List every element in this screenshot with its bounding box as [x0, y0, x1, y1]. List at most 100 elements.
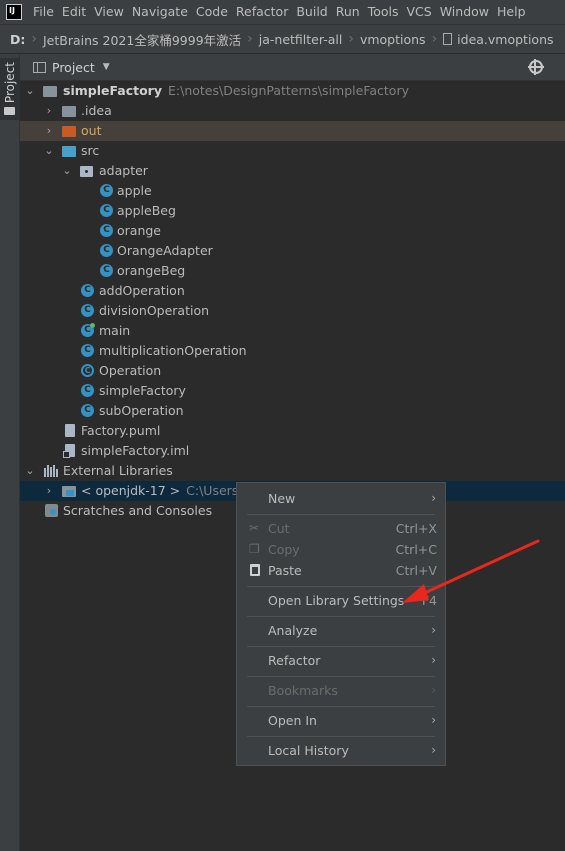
- tree-label-class: main: [99, 323, 131, 338]
- menu-tools[interactable]: Tools: [364, 0, 403, 24]
- chevron-down-icon[interactable]: ⌄: [43, 141, 55, 161]
- tree-node-class[interactable]: C subOperation: [20, 401, 565, 421]
- menu-item-paste[interactable]: Paste Ctrl+V: [237, 560, 445, 581]
- project-view-icon: [33, 61, 46, 73]
- menu-item-open-library-settings[interactable]: Open Library Settings F4: [237, 590, 445, 611]
- tree-node-class[interactable]: C orange: [20, 221, 565, 241]
- tree-node-root[interactable]: ⌄ simpleFactory E:\notes\DesignPatterns\s…: [20, 81, 565, 101]
- tree-node-file[interactable]: simpleFactory.iml: [20, 441, 565, 461]
- menu-item-label: Paste: [268, 563, 302, 578]
- class-icon: C: [81, 404, 94, 417]
- locate-target-icon[interactable]: [528, 59, 544, 75]
- jdk-folder-icon: [62, 486, 76, 497]
- chevron-down-icon[interactable]: ⌄: [24, 461, 36, 481]
- chevron-right-icon[interactable]: ›: [43, 101, 55, 121]
- tree-label-external-libraries: External Libraries: [63, 463, 173, 478]
- menu-file[interactable]: File: [29, 0, 58, 24]
- project-tab-label: Project: [2, 62, 17, 104]
- breadcrumb-drive[interactable]: D:: [10, 32, 25, 47]
- menu-item-copy: ❐ Copy Ctrl+C: [237, 539, 445, 560]
- class-icon: C: [100, 244, 113, 257]
- tree-label-class: OrangeAdapter: [117, 243, 213, 258]
- chevron-right-icon: ›: [431, 743, 436, 757]
- tree-node-class[interactable]: C OrangeAdapter: [20, 241, 565, 261]
- menu-item-bookmarks: Bookmarks ›: [237, 680, 445, 701]
- menu-item-label: New: [268, 491, 296, 506]
- tree-node-src[interactable]: ⌄ src: [20, 141, 565, 161]
- package-icon: [80, 166, 93, 177]
- tree-node-class[interactable]: C apple: [20, 181, 565, 201]
- menu-item-analyze[interactable]: Analyze ›: [237, 620, 445, 641]
- chevron-right-icon[interactable]: ›: [43, 481, 55, 501]
- tree-label-class: orange: [117, 223, 161, 238]
- shortcut-label: Ctrl+V: [395, 563, 437, 578]
- project-view-selector[interactable]: Project: [52, 60, 95, 75]
- tree-label-file: Factory.puml: [81, 423, 161, 438]
- menu-run[interactable]: Run: [332, 0, 364, 24]
- menu-code[interactable]: Code: [192, 0, 232, 24]
- tree-node-class[interactable]: C multiplicationOperation: [20, 341, 565, 361]
- menu-separator: [247, 646, 435, 647]
- tree-label-root: simpleFactory E:\notes\DesignPatterns\sim…: [63, 83, 409, 98]
- context-menu: New › ✂ Cut Ctrl+X ❐ Copy Ctrl+C Paste C…: [236, 482, 446, 766]
- breadcrumb-vmoptions[interactable]: vmoptions: [360, 32, 426, 47]
- tree-node-class-main[interactable]: C main: [20, 321, 565, 341]
- shortcut-label: Ctrl+X: [395, 521, 437, 536]
- tree-label-adapter: adapter: [99, 163, 148, 178]
- chevron-right-icon: ›: [431, 31, 438, 47]
- tree-node-class[interactable]: C addOperation: [20, 281, 565, 301]
- project-tool-window-tab[interactable]: Project: [0, 58, 19, 120]
- menu-view[interactable]: View: [90, 0, 128, 24]
- module-folder-icon: [43, 86, 57, 97]
- chevron-down-icon[interactable]: ⌄: [61, 161, 73, 181]
- breadcrumb-ja-netfilter[interactable]: ja-netfilter-all: [259, 32, 343, 47]
- menu-window[interactable]: Window: [436, 0, 493, 24]
- source-folder-icon: [62, 146, 76, 157]
- menu-item-label: Refactor: [268, 653, 321, 668]
- tree-node-adapter[interactable]: ⌄ adapter: [20, 161, 565, 181]
- abstract-class-icon: C: [81, 364, 94, 377]
- chevron-right-icon[interactable]: ›: [43, 121, 55, 141]
- menu-vcs[interactable]: VCS: [403, 0, 436, 24]
- tree-node-class[interactable]: C simpleFactory: [20, 381, 565, 401]
- library-icon: [44, 465, 58, 477]
- tree-node-idea[interactable]: › .idea: [20, 101, 565, 121]
- menu-item-open-in[interactable]: Open In ›: [237, 710, 445, 731]
- menu-item-label: Bookmarks: [268, 683, 338, 698]
- menu-item-refactor[interactable]: Refactor ›: [237, 650, 445, 671]
- menu-separator: [247, 586, 435, 587]
- tree-node-class[interactable]: C appleBeg: [20, 201, 565, 221]
- iml-file-icon: [63, 444, 75, 458]
- chevron-down-icon[interactable]: ▼: [103, 62, 110, 72]
- menu-refactor[interactable]: Refactor: [232, 0, 292, 24]
- folder-icon: [62, 106, 76, 117]
- tree-node-abstract-class[interactable]: C Operation: [20, 361, 565, 381]
- menu-navigate[interactable]: Navigate: [128, 0, 192, 24]
- tree-node-out[interactable]: › out: [20, 121, 565, 141]
- chevron-down-icon[interactable]: ⌄: [24, 81, 36, 101]
- breadcrumb-jetbrains[interactable]: JetBrains 2021全家桶9999年激活: [43, 30, 241, 49]
- shortcut-label: F4: [421, 593, 437, 608]
- logo-text: IJ: [9, 6, 15, 15]
- menu-separator: [247, 706, 435, 707]
- clipboard-icon: [250, 564, 260, 576]
- class-icon: C: [100, 184, 113, 197]
- tree-node-external-libraries[interactable]: ⌄ External Libraries: [20, 461, 565, 481]
- tree-node-file[interactable]: Factory.puml: [20, 421, 565, 441]
- tree-node-class[interactable]: C orangeBeg: [20, 261, 565, 281]
- puml-file-icon: [65, 424, 75, 437]
- chevron-right-icon: ›: [431, 623, 436, 637]
- menu-item-local-history[interactable]: Local History ›: [237, 740, 445, 761]
- menu-item-label: Local History: [268, 743, 349, 758]
- tree-node-class[interactable]: C divisionOperation: [20, 301, 565, 321]
- tree-label-file: simpleFactory.iml: [81, 443, 190, 458]
- project-tree: ⌄ simpleFactory E:\notes\DesignPatterns\s…: [20, 81, 565, 521]
- menu-build[interactable]: Build: [292, 0, 331, 24]
- tree-label-idea: .idea: [81, 103, 112, 118]
- menu-help[interactable]: Help: [493, 0, 530, 24]
- shortcut-label: Ctrl+C: [395, 542, 437, 557]
- excluded-folder-icon: [62, 126, 76, 137]
- menu-edit[interactable]: Edit: [58, 0, 90, 24]
- menu-item-new[interactable]: New ›: [237, 488, 445, 509]
- breadcrumb-file[interactable]: idea.vmoptions: [457, 32, 553, 47]
